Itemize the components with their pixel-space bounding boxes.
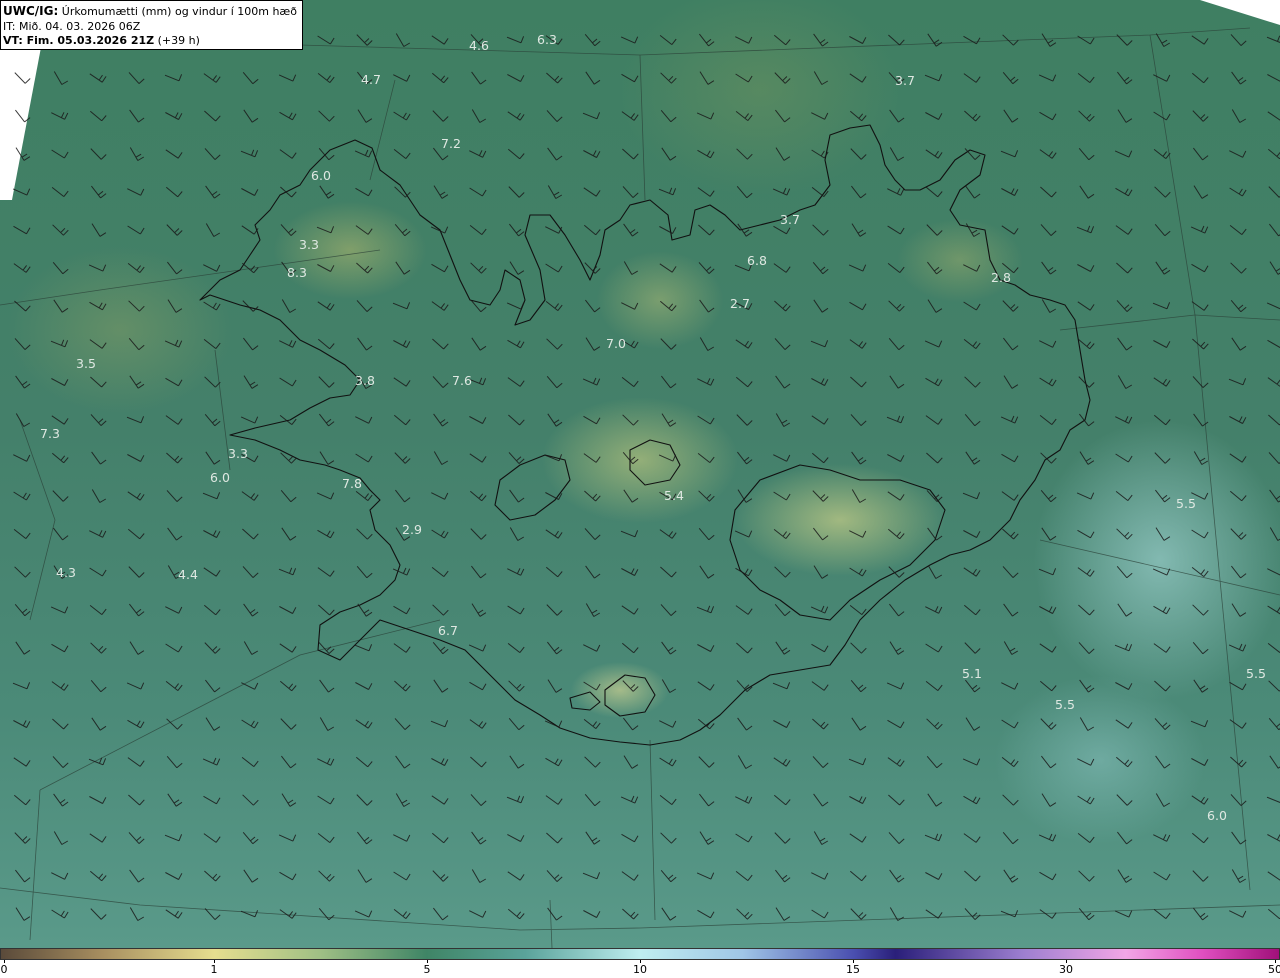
map-value-labels: 4.6 6.3 4.7 3.7 7.2 6.0 3.7 3.3 6.8 8.3 2.8 2.7 7.0 3… [40,32,1266,823]
coastline [199,124,1091,746]
colorbar-ticks: 0 1 5 10 15 30 50 [0,960,1280,978]
map-value-label: 4.3 [56,565,76,580]
valid-time-prefix: VT: Fim. 05.03.2026 21Z [3,34,155,47]
myrdalsjokull-outline [604,674,656,717]
map-value-label: 5.4 [664,488,684,503]
langjokull-outline [494,454,571,521]
title-prefix: UWC/IG: [3,4,59,18]
map-value-label: 6.0 [210,470,230,485]
map-value-label: 4.7 [361,72,381,87]
colorbar-tick-label: 50 [1268,963,1280,976]
map-value-label: 3.3 [228,446,248,461]
map-value-label: 3.3 [299,237,319,252]
eyjafjallajokull-outline [569,691,601,711]
map-value-label: 5.5 [1246,666,1266,681]
precipitation-wind-map[interactable]: 4.6 6.3 4.7 3.7 7.2 6.0 3.7 3.3 6.8 8.3 2.8 2.7 7.0 3… [0,0,1280,948]
map-value-label: 7.6 [452,373,472,388]
map-value-label: 6.8 [747,253,767,268]
map-value-label: 4.4 [178,567,198,582]
iceland-coastline [199,124,1091,746]
colorbar-tick-label: 0 [0,963,8,976]
vatnajokull-outline [729,464,946,621]
wind-barb-paths [12,33,1280,921]
colorbar-tick-label: 15 [846,963,860,976]
map-overlay: 4.6 6.3 4.7 3.7 7.2 6.0 3.7 3.3 6.8 8.3 2.8 2.7 7.0 3… [0,0,1280,948]
map-value-label: 2.7 [730,296,750,311]
valid-time: VT: Fim. 05.03.2026 21Z (+39 h) [3,34,302,49]
colorbar-tick-label: 1 [210,963,218,976]
map-value-label: 7.3 [40,426,60,441]
map-value-label: 6.0 [1207,808,1227,823]
map-value-label: 6.7 [438,623,458,638]
map-value-label: 7.2 [441,136,461,151]
colorbar-tick-label: 5 [423,963,431,976]
title-line: UWC/IG: Úrkomumætti (mm) og vindur í 100… [3,4,302,20]
title-box: UWC/IG: Úrkomumætti (mm) og vindur í 100… [0,0,303,50]
map-value-label: 8.3 [287,265,307,280]
wind-barbs [12,33,1280,921]
map-value-label: 5.5 [1176,496,1196,511]
valid-time-offset: (+39 h) [157,34,200,47]
map-value-label: 3.8 [355,373,375,388]
map-value-label: 2.9 [402,522,422,537]
map-value-label: 3.5 [76,356,96,371]
colorbar [0,948,1280,960]
colorbar-tick-label: 10 [633,963,647,976]
map-value-label: 7.0 [606,336,626,351]
map-value-label: 4.6 [469,38,489,53]
colorbar-tick-label: 30 [1059,963,1073,976]
grid-lines [0,27,1280,948]
init-time: IT: Mið. 04. 03. 2026 06Z [3,19,141,33]
map-value-label: 6.0 [311,168,331,183]
map-value-label: 7.8 [342,476,362,491]
map-value-label: 5.5 [1055,697,1075,712]
map-value-label: 3.7 [780,212,800,227]
hofsjokull-outline [629,439,681,486]
map-domain-edge-right [1200,0,1280,25]
map-value-label: 2.8 [991,270,1011,285]
map-value-label: 5.1 [962,666,982,681]
title-text: Úrkomumætti (mm) og vindur í 100m hæð [61,5,297,18]
map-value-label: 6.3 [537,32,557,47]
map-value-label: 3.7 [895,73,915,88]
